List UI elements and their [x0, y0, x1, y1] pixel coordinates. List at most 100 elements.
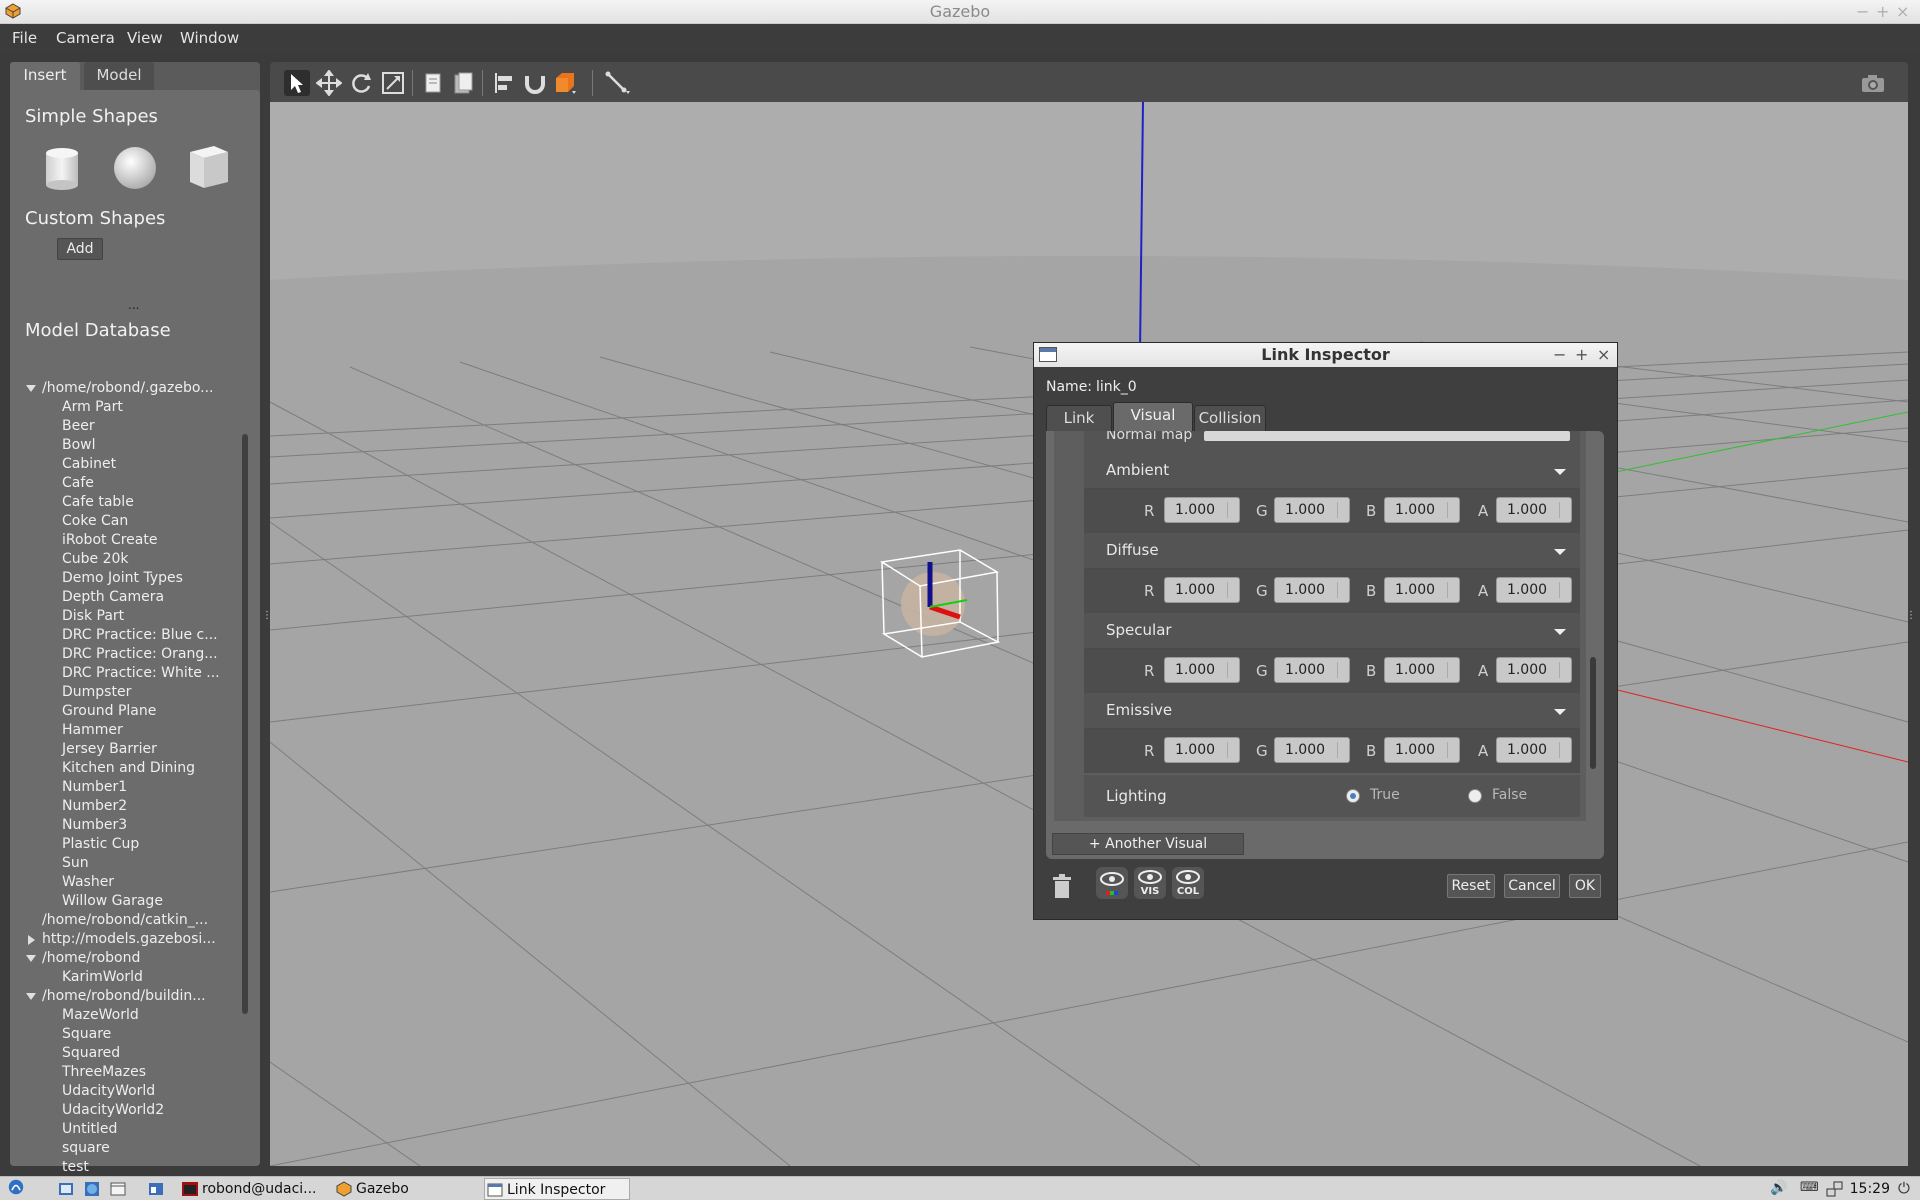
tree-item[interactable]: DRC Practice: Blue c... — [26, 627, 236, 646]
channel-spinbox-a[interactable]: 1.000 — [1496, 737, 1572, 763]
reset-button[interactable]: Reset — [1447, 874, 1495, 898]
chevron-down-icon[interactable] — [1554, 629, 1566, 635]
copy-icon[interactable] — [420, 70, 446, 96]
lighting-false-radio[interactable] — [1468, 789, 1482, 803]
volume-icon[interactable]: 🔊 — [1770, 1180, 1787, 1196]
channel-spinbox-g[interactable]: 1.000 — [1274, 497, 1350, 523]
tree-item[interactable]: Plastic Cup — [26, 836, 236, 855]
trash-icon[interactable] — [1052, 873, 1072, 899]
tree-folder[interactable]: /home/robond/buildin... — [26, 988, 236, 1007]
taskbar-item-gazebo[interactable]: Gazebo — [334, 1178, 476, 1200]
tab-collision[interactable]: Collision — [1194, 405, 1266, 432]
tab-link[interactable]: Link — [1046, 405, 1112, 432]
tab-visual[interactable]: Visual — [1113, 402, 1193, 432]
normal-map-field[interactable] — [1204, 431, 1570, 441]
tree-item[interactable]: Cube 20k — [26, 551, 236, 570]
tree-item[interactable]: Number1 — [26, 779, 236, 798]
tree-item[interactable]: DRC Practice: Orang... — [26, 646, 236, 665]
channel-spinbox-r[interactable]: 1.000 — [1164, 577, 1240, 603]
menu-view[interactable]: View — [127, 29, 163, 47]
close-icon[interactable]: × — [1597, 343, 1610, 367]
box-shape-icon[interactable] — [186, 142, 232, 192]
tree-item[interactable]: Cafe — [26, 475, 236, 494]
minimize-icon[interactable]: − — [1856, 0, 1869, 24]
channel-spinbox-a[interactable]: 1.000 — [1496, 577, 1572, 603]
tree-item[interactable]: Jersey Barrier — [26, 741, 236, 760]
tree-item[interactable]: Hammer — [26, 722, 236, 741]
joint-icon[interactable] — [604, 70, 630, 96]
color-group-header-ambient[interactable]: Ambient — [1084, 453, 1580, 489]
dialog-titlebar[interactable]: Link Inspector − + × — [1034, 343, 1617, 367]
tree-item[interactable]: Willow Garage — [26, 893, 236, 912]
chevron-down-icon[interactable] — [1554, 549, 1566, 555]
tree-item[interactable]: Number2 — [26, 798, 236, 817]
cancel-button[interactable]: Cancel — [1504, 874, 1560, 898]
tree-item[interactable]: Depth Camera — [26, 589, 236, 608]
channel-spinbox-b[interactable]: 1.000 — [1384, 577, 1460, 603]
menu-camera[interactable]: Camera — [56, 29, 115, 47]
tree-item[interactable]: iRobot Create — [26, 532, 236, 551]
camera-icon[interactable] — [1860, 71, 1886, 97]
tree-item[interactable]: Bowl — [26, 437, 236, 456]
cylinder-shape-icon[interactable] — [42, 145, 82, 193]
taskbar-item-link-inspector[interactable]: Link Inspector — [484, 1178, 630, 1200]
channel-spinbox-r[interactable]: 1.000 — [1164, 497, 1240, 523]
show-visual-button[interactable]: VIS — [1134, 867, 1166, 899]
close-icon[interactable]: × — [1896, 0, 1909, 24]
power-icon[interactable]: ⏻ — [1898, 1179, 1910, 1197]
left-splitter-handle[interactable]: ⋮ — [262, 610, 272, 621]
maximize-icon[interactable]: + — [1876, 0, 1889, 24]
channel-spinbox-a[interactable]: 1.000 — [1496, 497, 1572, 523]
splitter-handle[interactable]: ... — [128, 298, 139, 312]
color-group-header-diffuse[interactable]: Diffuse — [1084, 533, 1580, 569]
properties-scrollbar[interactable] — [1590, 657, 1596, 769]
minimize-icon[interactable]: − — [1553, 343, 1566, 367]
channel-spinbox-r[interactable]: 1.000 — [1164, 657, 1240, 683]
tree-item[interactable]: Washer — [26, 874, 236, 893]
tree-item[interactable]: Beer — [26, 418, 236, 437]
window-list-icon[interactable] — [148, 1181, 164, 1197]
maximize-icon[interactable]: + — [1575, 343, 1588, 367]
browser-icon[interactable] — [84, 1181, 100, 1197]
keyboard-icon[interactable]: ⌨ — [1800, 1180, 1819, 1195]
channel-spinbox-a[interactable]: 1.000 — [1496, 657, 1572, 683]
desktop-icon[interactable] — [110, 1181, 126, 1197]
tree-item[interactable]: Sun — [26, 855, 236, 874]
channel-spinbox-r[interactable]: 1.000 — [1164, 737, 1240, 763]
tree-item[interactable]: Untitled — [26, 1121, 236, 1140]
tree-item[interactable]: MazeWorld — [26, 1007, 236, 1026]
channel-spinbox-b[interactable]: 1.000 — [1384, 497, 1460, 523]
show-collision-button[interactable]: COL — [1172, 867, 1204, 899]
change-view-icon[interactable] — [552, 70, 578, 96]
tree-folder[interactable]: /home/robond — [26, 950, 236, 969]
tree-folder[interactable]: /home/robond/.gazebo... — [26, 380, 236, 399]
color-group-header-specular[interactable]: Specular — [1084, 613, 1580, 649]
snap-icon[interactable] — [522, 70, 548, 96]
tree-item[interactable]: ThreeMazes — [26, 1064, 236, 1083]
tree-item[interactable]: Demo Joint Types — [26, 570, 236, 589]
rotate-icon[interactable] — [348, 70, 374, 96]
tree-item[interactable]: Cafe table — [26, 494, 236, 513]
tree-item[interactable]: KarimWorld — [26, 969, 236, 988]
chevron-down-icon[interactable] — [26, 385, 36, 392]
show-inertia-button[interactable] — [1096, 867, 1128, 899]
tree-item[interactable]: Ground Plane — [26, 703, 236, 722]
add-custom-shape-button[interactable]: Add — [57, 238, 103, 260]
tree-item[interactable]: Number3 — [26, 817, 236, 836]
tree-item[interactable]: Square — [26, 1026, 236, 1045]
menu-window[interactable]: Window — [180, 29, 239, 47]
tree-item[interactable]: UdacityWorld — [26, 1083, 236, 1102]
chevron-down-icon[interactable] — [26, 955, 36, 962]
tree-item[interactable]: Disk Part — [26, 608, 236, 627]
channel-spinbox-g[interactable]: 1.000 — [1274, 737, 1350, 763]
translate-icon[interactable] — [316, 70, 342, 96]
tab-model[interactable]: Model — [84, 62, 154, 90]
tree-item[interactable]: Coke Can — [26, 513, 236, 532]
taskbar-item-terminal[interactable]: robond@udaci... — [180, 1178, 326, 1200]
lighting-true-radio[interactable] — [1346, 789, 1360, 803]
add-another-visual-button[interactable]: + Another Visual — [1052, 833, 1244, 855]
menu-file[interactable]: File — [12, 29, 37, 47]
sphere-shape-icon[interactable] — [112, 145, 158, 191]
tree-item[interactable]: DRC Practice: White ... — [26, 665, 236, 684]
paste-icon[interactable] — [450, 70, 476, 96]
